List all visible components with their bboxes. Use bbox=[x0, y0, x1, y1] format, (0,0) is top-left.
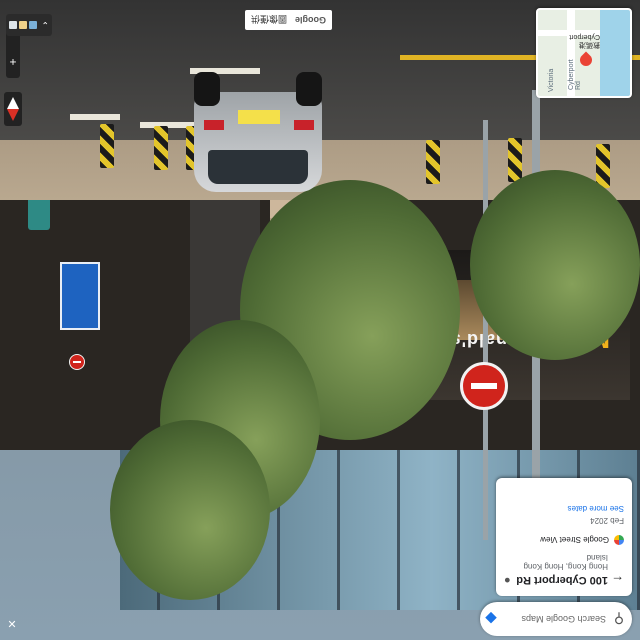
chevron-down-icon: ⌄ bbox=[41, 20, 49, 31]
lane-marking bbox=[70, 114, 120, 120]
source-label: Google Street View bbox=[540, 535, 609, 545]
see-more-dates-link[interactable]: See more dates bbox=[496, 504, 632, 516]
bollard bbox=[596, 144, 610, 188]
minimap-place-label: 數碼港 Cyberport bbox=[569, 33, 600, 48]
street-view-viewport[interactable]: M McDonald's bbox=[0, 0, 640, 640]
microphone-icon[interactable]: ● bbox=[504, 575, 511, 587]
google-maps-icon: ◆ bbox=[485, 611, 497, 628]
search-icon[interactable]: ⚲ bbox=[606, 611, 632, 628]
no-entry-sign-small bbox=[69, 354, 85, 370]
back-arrow-icon[interactable]: ← bbox=[608, 573, 624, 588]
bollard bbox=[100, 124, 114, 168]
terms-link[interactable]: 圖像僅供 bbox=[251, 14, 287, 27]
expand-icon[interactable]: ✕ bbox=[4, 614, 20, 630]
search-bar[interactable]: ⚲ Search Google Maps ◆ bbox=[480, 602, 632, 636]
bollard bbox=[508, 138, 522, 182]
location-title: 100 Cyberport Rd bbox=[516, 574, 608, 587]
location-subtitle: Hong Kong, Hong Kong Island bbox=[523, 553, 608, 571]
minimap-water bbox=[600, 10, 630, 96]
wayfinding-sign bbox=[60, 262, 100, 330]
search-input[interactable]: Search Google Maps bbox=[502, 614, 606, 624]
google-logo-icon bbox=[614, 535, 624, 545]
bollard bbox=[426, 140, 440, 184]
minimap[interactable]: 數碼港 Cyberport Cyberport Rd Victoria bbox=[536, 8, 632, 98]
layers-button[interactable]: ⌄ bbox=[6, 14, 52, 36]
layers-icon bbox=[29, 21, 38, 29]
tree bbox=[470, 170, 640, 360]
location-card: ← 100 Cyberport Rd ● Hong Kong, Hong Kon… bbox=[496, 478, 632, 596]
layers-icon bbox=[9, 21, 18, 29]
compass-icon[interactable] bbox=[4, 92, 22, 126]
layers-icon bbox=[19, 21, 28, 29]
street-view-source: Google Street View bbox=[496, 533, 632, 547]
minimap-road-label: Victoria bbox=[548, 68, 555, 92]
no-entry-sign bbox=[460, 362, 508, 410]
google-wordmark: Google bbox=[295, 15, 326, 25]
minimap-road-label: Cyberport Rd bbox=[568, 59, 582, 90]
sign-post bbox=[483, 120, 488, 540]
tree bbox=[110, 420, 270, 600]
plus-icon[interactable]: + bbox=[10, 56, 17, 70]
attribution: Google 圖像僅供 bbox=[244, 10, 332, 30]
parked-car bbox=[190, 70, 330, 210]
capture-date: Feb 2024 bbox=[590, 516, 624, 525]
bollard bbox=[154, 126, 168, 170]
